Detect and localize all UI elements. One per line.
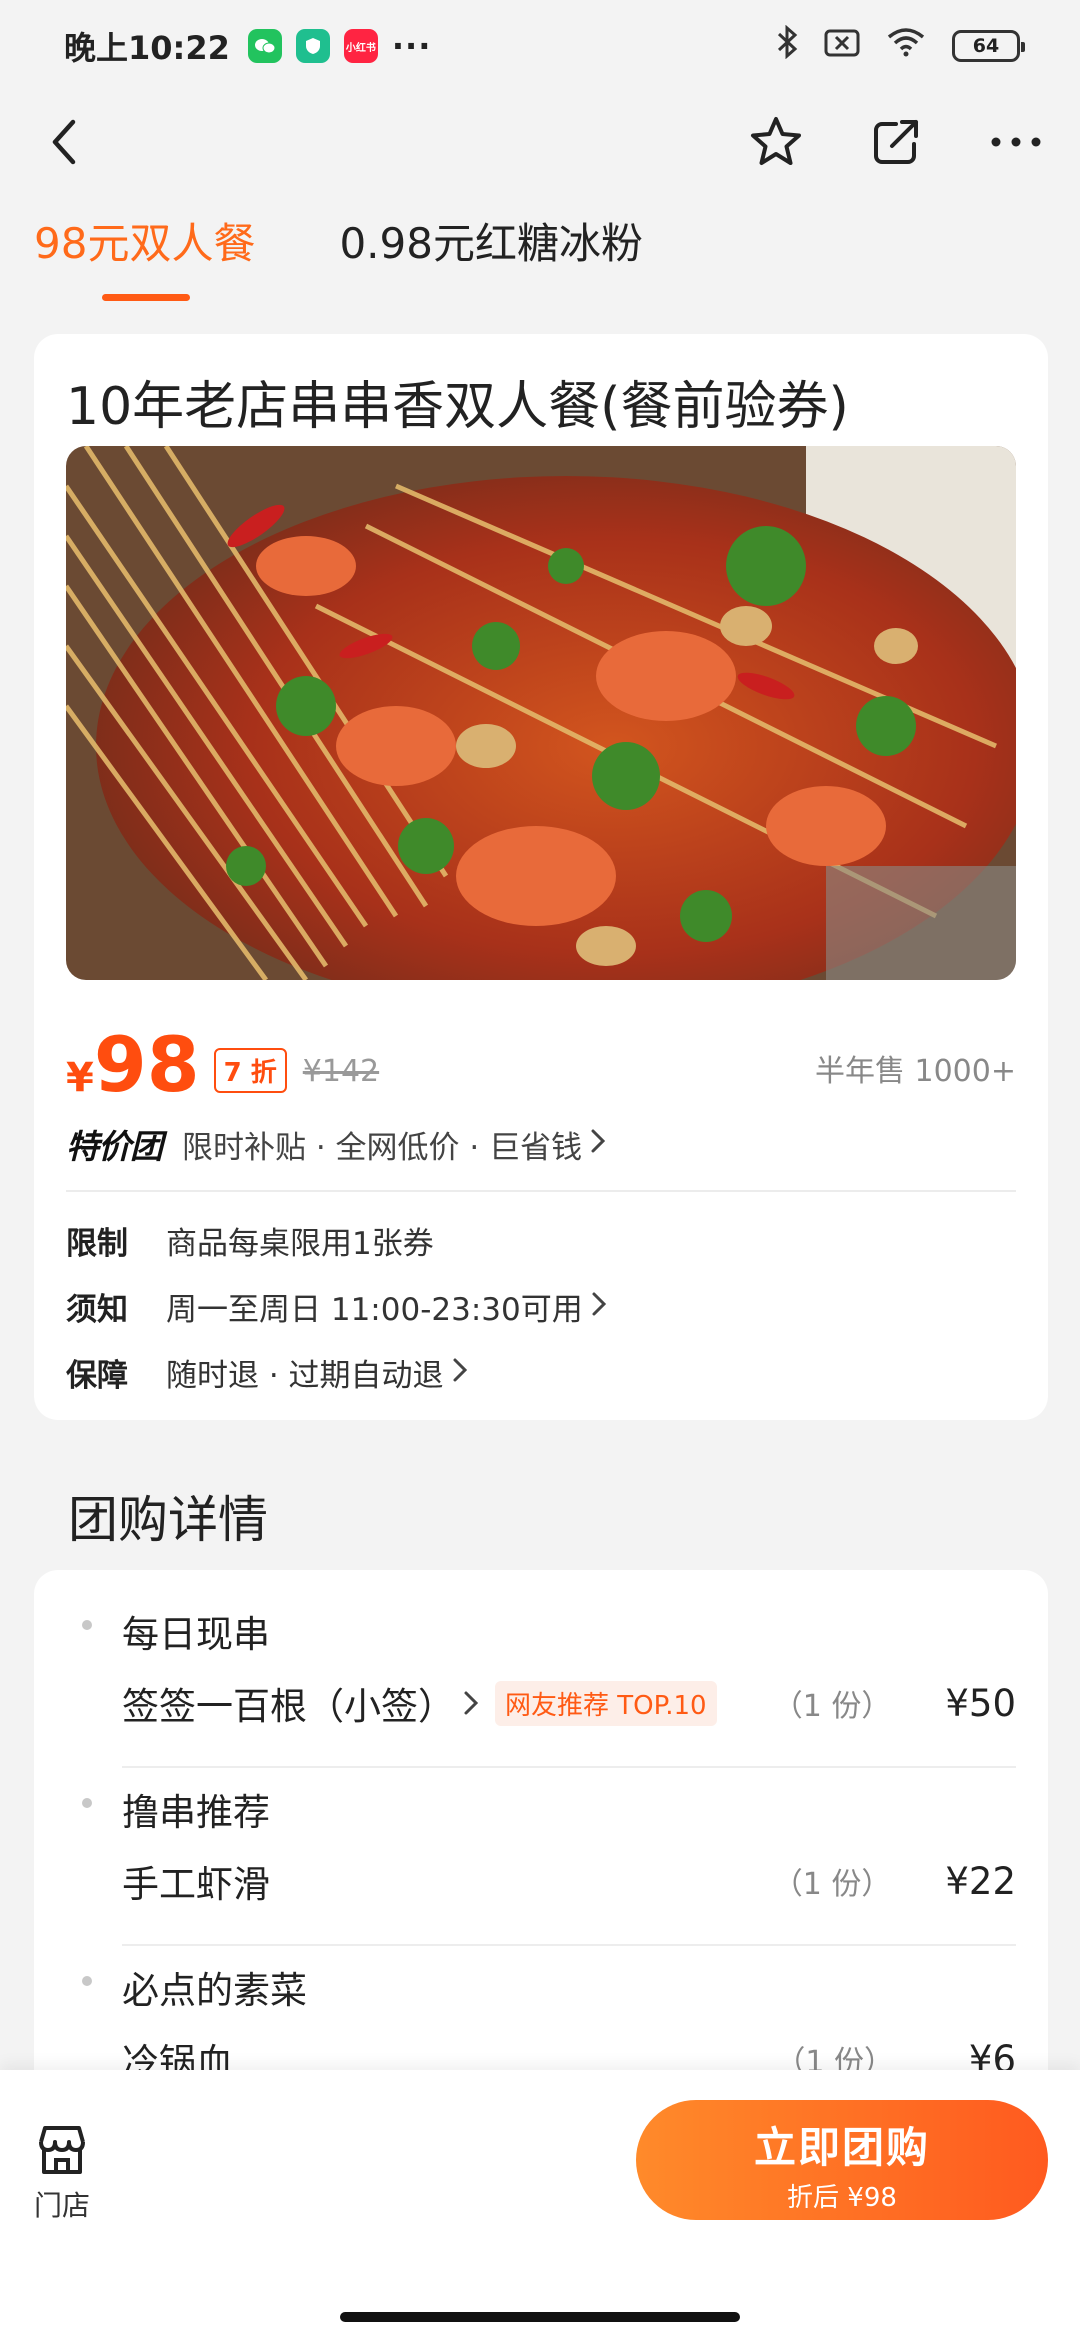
group-name: 每日现串	[122, 1613, 270, 1656]
favorite-button[interactable]	[746, 112, 806, 172]
discount-badge: 7 折	[213, 1048, 287, 1093]
sim-off-icon	[824, 27, 860, 65]
chevron-right-icon	[452, 1355, 468, 1391]
info-label: 保障	[66, 1358, 128, 1394]
item-quantity: （1 份）	[772, 1689, 892, 1724]
deal-photo[interactable]	[66, 446, 1016, 980]
share-button[interactable]	[866, 112, 926, 172]
sold-count: 半年售 1000+	[814, 1054, 1016, 1089]
deal-title: 10年老店串串香双人餐(餐前验券)	[66, 377, 849, 437]
back-arrow-icon	[52, 119, 76, 165]
group-detail-title: 团购详情	[68, 1491, 268, 1549]
wechat-icon	[247, 29, 282, 63]
battery-icon: 64	[952, 30, 1025, 62]
back-button[interactable]	[34, 112, 94, 172]
info-label: 限制	[66, 1226, 128, 1262]
xiaohongshu-badge-text: 小红书	[345, 42, 376, 54]
original-price: ¥142	[302, 1054, 380, 1089]
bottom-action-bar: 门店 立即团购 折后 ¥98	[0, 2070, 1080, 2340]
star-icon	[751, 117, 801, 165]
promo-logo: 特价团	[66, 1127, 163, 1166]
deal-price: 98	[93, 1020, 200, 1109]
chevron-right-icon	[463, 1682, 479, 1725]
recommend-tag: 网友推荐 TOP.10	[495, 1680, 717, 1726]
item-name: 签签一百根（小签）	[122, 1685, 455, 1728]
chevron-right-icon	[591, 1289, 607, 1325]
menu-item[interactable]: 签签一百根（小签） 网友推荐 TOP.10 （1 份） ¥50	[122, 1676, 1016, 1730]
info-row-limit: 限制 商品每桌限用1张券	[66, 1218, 434, 1263]
group-name: 必点的素菜	[122, 1969, 307, 2012]
buy-now-label: 立即团购	[753, 2123, 930, 2172]
skewer-food-image	[66, 446, 1016, 980]
info-value: 周一至周日 11:00-23:30可用	[166, 1292, 583, 1328]
menu-item: 手工虾滑 （1 份） ¥22	[122, 1854, 1016, 1908]
buy-now-price: 折后 ¥98	[787, 2183, 897, 2213]
info-value: 随时退 · 过期自动退	[166, 1358, 444, 1394]
share-icon	[874, 120, 918, 164]
status-more: ···	[391, 27, 432, 65]
promo-text: 限时补贴 · 全网低价 · 巨省钱	[182, 1129, 583, 1166]
deal-tabs: 98元双人餐 0.98元红糖冰粉	[34, 210, 643, 301]
currency-symbol: ¥	[66, 1055, 94, 1101]
xiaohongshu-icon: 小红书	[343, 29, 378, 63]
group-detail-card: 每日现串 签签一百根（小签） 网友推荐 TOP.10 （1 份） ¥50 撸串推…	[34, 1570, 1048, 2090]
group-name: 撸串推荐	[122, 1791, 270, 1834]
store-icon	[39, 2126, 85, 2174]
store-label: 门店	[33, 2189, 90, 2222]
item-quantity: （1 份）	[772, 1867, 892, 1902]
more-button[interactable]	[986, 112, 1046, 172]
shield-app-icon	[295, 29, 330, 63]
tab-double-meal[interactable]: 98元双人餐	[34, 210, 255, 301]
info-row-guarantee[interactable]: 保障 随时退 · 过期自动退	[66, 1350, 468, 1395]
status-time: 晚上10:22	[64, 29, 230, 67]
divider	[66, 1190, 1016, 1192]
more-dots-icon	[991, 137, 1041, 147]
chevron-right-icon	[590, 1126, 606, 1162]
deal-card: 10年老店串串香双人餐(餐前验券) ¥ 98 7 折 ¥142 半年售 1000…	[34, 334, 1048, 1420]
info-label: 须知	[66, 1292, 128, 1328]
bullet-dot	[82, 1798, 92, 1808]
bullet-dot	[82, 1976, 92, 1986]
tab-brown-sugar-jelly[interactable]: 0.98元红糖冰粉	[339, 210, 643, 301]
item-price: ¥22	[945, 1859, 1016, 1903]
store-button[interactable]: 门店	[30, 2124, 94, 2224]
divider	[122, 1944, 1016, 1946]
promo-row[interactable]: 特价团 限时补贴 · 全网低价 · 巨省钱	[66, 1120, 606, 1168]
home-indicator[interactable]	[340, 2312, 740, 2322]
info-value: 商品每桌限用1张券	[166, 1226, 434, 1262]
battery-level: 64	[972, 35, 1000, 57]
status-bar: 晚上10:22 小红书 ··· 64	[0, 0, 1080, 92]
divider	[122, 1766, 1016, 1768]
info-row-notice[interactable]: 须知 周一至周日 11:00-23:30可用	[66, 1284, 607, 1329]
item-name: 手工虾滑	[122, 1863, 270, 1906]
bullet-dot	[82, 1620, 92, 1630]
top-nav	[0, 92, 1080, 192]
buy-now-button[interactable]: 立即团购 折后 ¥98	[636, 2100, 1048, 2220]
bluetooth-icon	[776, 24, 798, 67]
item-price: ¥50	[945, 1681, 1016, 1725]
wifi-icon	[886, 27, 926, 65]
price-row: ¥ 98 7 折 ¥142 半年售 1000+	[66, 1020, 1016, 1109]
